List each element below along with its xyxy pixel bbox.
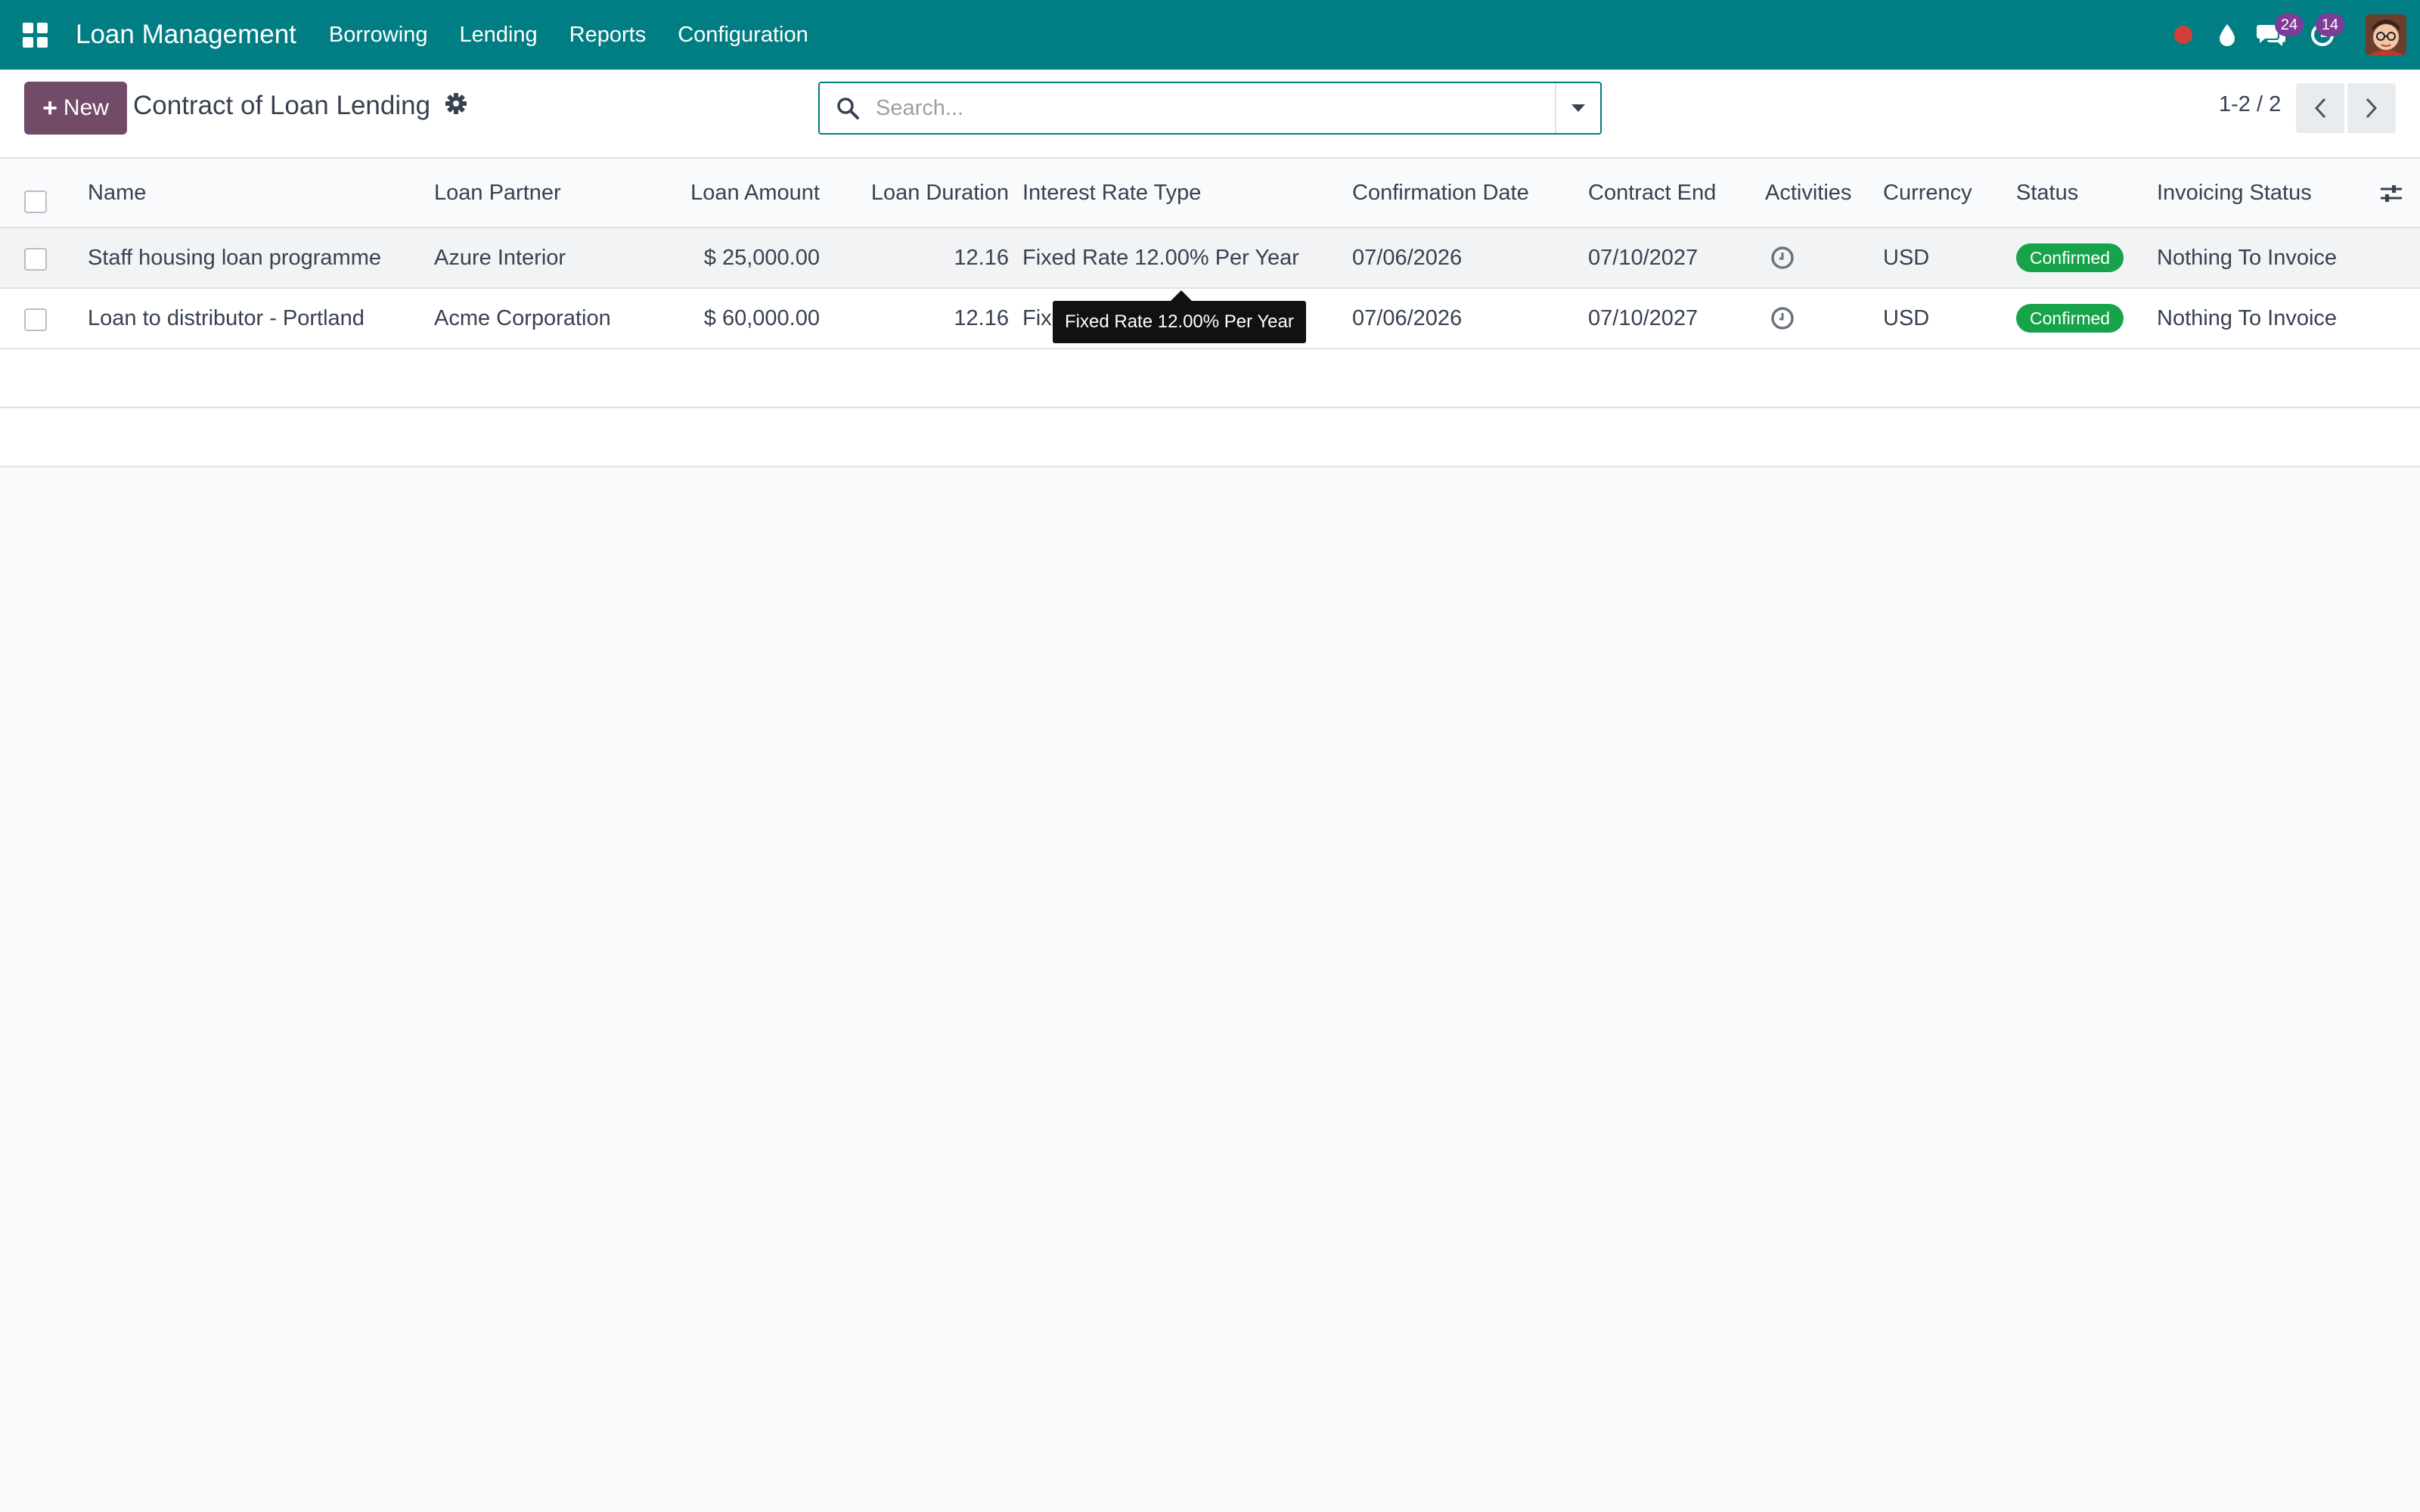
status-badge: Confirmed: [2016, 243, 2124, 272]
pager-next-button[interactable]: [2347, 83, 2396, 133]
row-checkbox[interactable]: [24, 248, 47, 271]
cell-interest-rate-type: Fixed Rate 12.00% Per Year: [1022, 245, 1299, 270]
empty-row: [0, 349, 2420, 408]
clock-icon: [1771, 307, 1794, 330]
column-header-interest-rate-type[interactable]: Interest Rate Type: [1022, 159, 1201, 227]
new-button-label: New: [63, 95, 109, 120]
menu-item-reports[interactable]: Reports: [554, 23, 662, 48]
column-header-currency[interactable]: Currency: [1883, 159, 1972, 227]
recording-button[interactable]: [2161, 0, 2205, 70]
status-badge: Confirmed: [2016, 304, 2124, 333]
optional-columns-button[interactable]: [2379, 181, 2403, 209]
column-header-invoicing-status[interactable]: Invoicing Status: [2157, 159, 2312, 227]
cell-loan-partner: Azure Interior: [434, 245, 566, 270]
main-menu: Borrowing Lending Reports Configuration: [313, 0, 824, 70]
cell-status: Confirmed: [2016, 289, 2124, 348]
messages-button[interactable]: 24: [2249, 0, 2304, 70]
column-header-loan-amount[interactable]: Loan Amount: [666, 159, 820, 227]
plus-icon: +: [42, 93, 57, 122]
search-options-toggle[interactable]: [1555, 83, 1600, 133]
cell-invoicing-status: Nothing To Invoice: [2157, 305, 2338, 330]
table-header: Name Loan Partner Loan Amount Loan Durat…: [0, 159, 2420, 228]
cell-confirmation-date: 07/06/2026: [1352, 305, 1463, 330]
app-title[interactable]: Loan Management: [76, 20, 296, 50]
pager-value[interactable]: 1-2 / 2: [2219, 92, 2281, 117]
pager-previous-button[interactable]: [2296, 83, 2344, 133]
record-dot-icon: [2174, 26, 2192, 44]
activities-count-badge: 14: [2316, 14, 2344, 36]
cell-loan-duration: 12.16: [954, 305, 1009, 330]
cell-name: Loan to distributor - Portland: [88, 305, 365, 330]
user-menu-button[interactable]: [2352, 0, 2420, 70]
column-header-activities[interactable]: Activities: [1765, 159, 1851, 227]
column-header-contract-end[interactable]: Contract End: [1588, 159, 1716, 227]
select-all-checkbox[interactable]: [24, 191, 47, 213]
search-icon: [820, 96, 876, 120]
cell-contract-end: 07/10/2027: [1588, 245, 1699, 270]
sliders-icon: [2381, 185, 2402, 202]
row-checkbox[interactable]: [24, 308, 47, 331]
tooltip-arrow: [1171, 290, 1192, 301]
empty-row: [0, 408, 2420, 467]
activity-button[interactable]: [1770, 289, 1795, 348]
drop-button[interactable]: [2205, 0, 2249, 70]
apps-menu-button[interactable]: [0, 0, 70, 70]
table-row[interactable]: Staff housing loan programme Azure Inter…: [0, 228, 2420, 289]
column-header-confirmation-date[interactable]: Confirmation Date: [1352, 159, 1529, 227]
control-panel: + New Contract of Loan Lending Search...…: [0, 70, 2420, 159]
column-header-status[interactable]: Status: [2016, 159, 2078, 227]
action-settings-button[interactable]: [445, 92, 467, 119]
gear-icon: [445, 93, 467, 114]
cell-loan-amount: $ 25,000.00: [703, 245, 820, 270]
menu-item-borrowing[interactable]: Borrowing: [313, 23, 444, 48]
activity-button[interactable]: [1770, 228, 1795, 287]
cell-confirmation-date: 07/06/2026: [1352, 245, 1463, 270]
water-drop-icon: [2220, 24, 2235, 46]
top-navbar: Loan Management Borrowing Lending Report…: [0, 0, 2420, 70]
search-bar: [818, 82, 1602, 135]
cell-contract-end: 07/10/2027: [1588, 305, 1699, 330]
cell-loan-amount: $ 60,000.00: [703, 305, 820, 330]
column-header-name[interactable]: Name: [88, 159, 146, 227]
search-input[interactable]: [876, 85, 1555, 131]
column-header-loan-duration[interactable]: Loan Duration: [839, 159, 1009, 227]
cell-loan-partner: Acme Corporation: [434, 305, 611, 330]
avatar: [2366, 14, 2406, 55]
cell-loan-duration: 12.16: [954, 245, 1009, 270]
clock-icon: [1771, 246, 1794, 269]
column-header-loan-partner[interactable]: Loan Partner: [434, 159, 561, 227]
new-button[interactable]: + New: [24, 82, 127, 135]
chevron-left-icon: [2314, 98, 2326, 119]
menu-item-lending[interactable]: Lending: [443, 23, 553, 48]
apps-grid-icon: [22, 22, 48, 48]
systray: 24 14: [2161, 0, 2420, 70]
user-avatar-icon: [2366, 14, 2406, 55]
cell-status: Confirmed: [2016, 228, 2124, 287]
activities-button[interactable]: 14: [2293, 0, 2352, 70]
page-title: Contract of Loan Lending: [133, 91, 431, 120]
menu-item-configuration[interactable]: Configuration: [662, 23, 824, 48]
interest-rate-tooltip: Fixed Rate 12.00% Per Year: [1053, 301, 1306, 343]
cell-currency: USD: [1883, 245, 1930, 270]
caret-down-icon: [1571, 104, 1585, 112]
cell-name: Staff housing loan programme: [88, 245, 381, 270]
cell-invoicing-status: Nothing To Invoice: [2157, 245, 2338, 270]
chevron-right-icon: [2366, 98, 2378, 119]
cell-currency: USD: [1883, 305, 1930, 330]
